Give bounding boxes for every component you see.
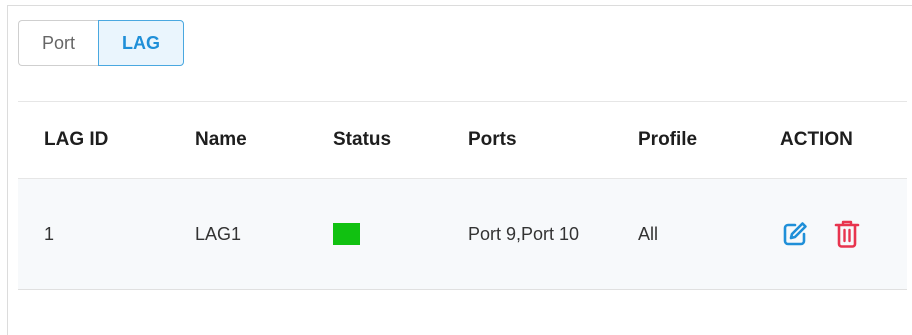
cell-name: LAG1 bbox=[195, 223, 242, 244]
header-profile: Profile bbox=[638, 129, 698, 150]
cell-profile: All bbox=[638, 223, 659, 244]
edit-button[interactable] bbox=[780, 219, 810, 249]
table-header: LAG ID Name Status Ports Profile ACTION bbox=[18, 101, 907, 179]
cell-ports: Port 9,Port 10 bbox=[468, 179, 608, 289]
delete-icon bbox=[834, 220, 860, 248]
cell-status bbox=[333, 179, 360, 289]
lag-table: LAG ID Name Status Ports Profile ACTION … bbox=[18, 101, 907, 290]
header-ports: Ports bbox=[468, 129, 517, 150]
status-indicator bbox=[333, 223, 360, 245]
header-name: Name bbox=[195, 129, 247, 150]
delete-button[interactable] bbox=[832, 219, 862, 249]
cell-action bbox=[780, 179, 862, 289]
edit-icon bbox=[783, 222, 807, 246]
ports-value: Port 9,Port 10 bbox=[468, 224, 580, 244]
table-row: 1 LAG1 Port 9,Port 10 All bbox=[18, 179, 907, 290]
header-action: ACTION bbox=[780, 129, 853, 150]
tab-lag[interactable]: LAG bbox=[98, 20, 184, 66]
header-lag-id: LAG ID bbox=[44, 129, 109, 150]
cell-lag-id: 1 bbox=[44, 223, 55, 244]
tab-port[interactable]: Port bbox=[18, 20, 98, 66]
header-status: Status bbox=[333, 129, 392, 150]
tab-group: Port LAG bbox=[18, 20, 184, 66]
action-icons bbox=[780, 219, 862, 249]
